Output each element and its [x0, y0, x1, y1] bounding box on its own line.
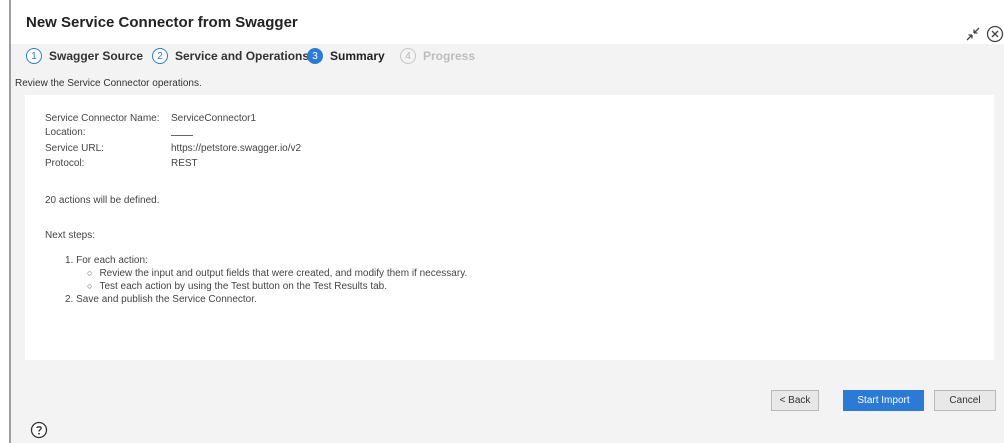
info-row-name: Service Connector Name: ServiceConnector1 [45, 113, 256, 124]
close-circle-icon[interactable] [986, 25, 1004, 43]
field-value: REST [171, 158, 198, 169]
cancel-button[interactable]: Cancel [934, 390, 996, 411]
sub-step-text: Review the input and output fields that … [99, 268, 468, 279]
info-row-url: Service URL: https://petstore.swagger.io/… [45, 143, 301, 154]
help-icon[interactable] [30, 421, 48, 439]
step-progress: 4 Progress [400, 47, 475, 65]
next-step-1-sub-1: ○ Review the input and output fields that… [87, 268, 467, 279]
summary-panel: Service Connector Name: ServiceConnector1… [25, 95, 994, 360]
next-step-2: 2. Save and publish the Service Connecto… [65, 294, 257, 305]
step-summary[interactable]: 3 Summary [301, 44, 385, 68]
step-number: 3 [307, 48, 323, 64]
info-row-protocol: Protocol: REST [45, 158, 198, 169]
sub-step-text: Test each action by using the Test butto… [99, 281, 388, 292]
field-label: Location: [45, 127, 86, 138]
field-value: https://petstore.swagger.io/v2 [171, 143, 302, 154]
start-import-button[interactable]: Start Import [843, 390, 924, 411]
wizard-steps: 1 Swagger Source 2 Service and Operation… [11, 44, 1004, 68]
step-service-and-operations[interactable]: 2 Service and Operations [152, 47, 309, 65]
step-swagger-source[interactable]: 1 Swagger Source [26, 47, 143, 65]
step-number: 2 [152, 48, 168, 64]
field-label: Service URL: [45, 143, 104, 154]
location-blank [171, 127, 193, 136]
service-connector-dialog: New Service Connector from Swagger 1 Swa… [11, 0, 1004, 443]
step-label: Swagger Source [49, 49, 144, 63]
step-number: 1 [26, 48, 42, 64]
step-label: Summary [330, 49, 385, 63]
back-button[interactable]: < Back [771, 390, 819, 411]
dialog-title: New Service Connector from Swagger [26, 14, 298, 31]
actions-count: 20 actions will be defined. [45, 195, 160, 206]
next-steps-heading: Next steps: [45, 230, 96, 241]
step-label: Progress [423, 49, 476, 63]
next-step-1-sub-2: ○ Test each action by using the Test butt… [87, 281, 387, 292]
field-value: ServiceConnector1 [171, 113, 257, 124]
collapse-arrows-icon[interactable] [965, 26, 981, 42]
next-step-1: 1. For each action: [65, 255, 148, 266]
field-label: Protocol: [45, 158, 85, 169]
field-label: Service Connector Name: [45, 113, 160, 124]
bullet: ○ [87, 281, 93, 291]
bullet: ○ [87, 268, 93, 278]
review-instruction: Review the Service Connector operations. [15, 78, 202, 89]
step-label: Service and Operations [175, 49, 310, 63]
info-row-location: Location: [45, 127, 193, 138]
step-number: 4 [400, 48, 416, 64]
dialog-header: New Service Connector from Swagger [11, 0, 1004, 45]
